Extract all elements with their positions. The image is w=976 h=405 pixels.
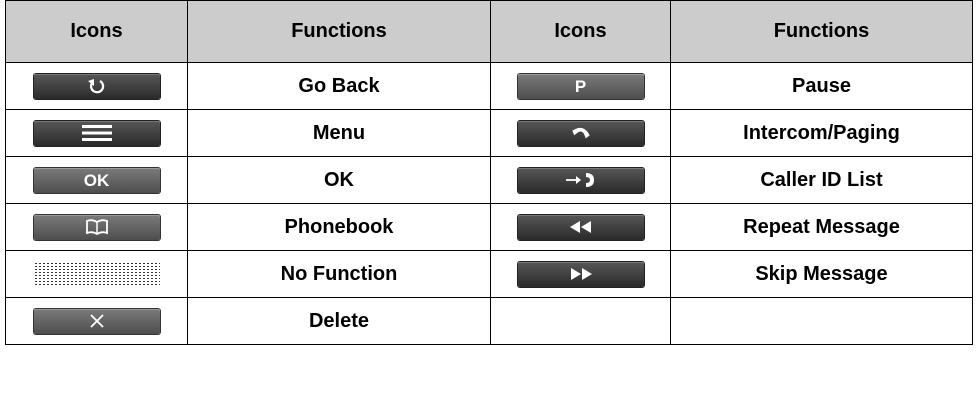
function-label: Intercom/Paging: [670, 109, 973, 157]
menu-icon: [33, 120, 160, 146]
table-header-row: Icons Functions Icons Functions: [5, 0, 973, 63]
table-row: No Function Skip Message: [5, 250, 973, 298]
function-label: Repeat Message: [670, 203, 973, 251]
icon-cell: P: [490, 62, 671, 110]
icons-functions-table: Icons Functions Icons Functions Go Back …: [5, 0, 973, 345]
table-row: Go Back P Pause: [5, 62, 973, 110]
function-label: Pause: [670, 62, 973, 110]
icon-cell: [490, 250, 671, 298]
header-icons-2: Icons: [490, 0, 671, 63]
function-label: OK: [187, 156, 491, 204]
empty-function-cell: [670, 297, 973, 345]
table-row: Menu Intercom/Paging: [5, 109, 973, 157]
icon-cell: [490, 156, 671, 204]
phonebook-icon: [33, 214, 160, 240]
header-icons-1: Icons: [5, 0, 188, 63]
handset-icon: [517, 120, 644, 146]
function-label: No Function: [187, 250, 491, 298]
table-row: OK OK Caller ID List: [5, 156, 973, 204]
icon-cell: [490, 203, 671, 251]
no-function-icon: [33, 261, 160, 287]
table-row: Phonebook Repeat Message: [5, 203, 973, 251]
function-label: Delete: [187, 297, 491, 345]
header-functions-2: Functions: [670, 0, 973, 63]
function-label: Skip Message: [670, 250, 973, 298]
table-row: Delete: [5, 297, 973, 345]
icon-cell: [5, 250, 188, 298]
icon-cell: [5, 62, 188, 110]
caller-id-icon: [517, 167, 644, 193]
icon-cell: [5, 109, 188, 157]
go-back-icon: [33, 73, 160, 99]
icon-cell: [5, 203, 188, 251]
function-label: Menu: [187, 109, 491, 157]
delete-icon: [33, 308, 160, 334]
rewind-icon: [517, 214, 644, 240]
function-label: Caller ID List: [670, 156, 973, 204]
function-label: Phonebook: [187, 203, 491, 251]
empty-icon-cell: [490, 297, 671, 345]
icon-cell: [5, 297, 188, 345]
ok-key-icon: OK: [33, 167, 160, 193]
pause-key-icon: P: [517, 73, 644, 99]
icon-cell: [490, 109, 671, 157]
function-label: Go Back: [187, 62, 491, 110]
icon-cell: OK: [5, 156, 188, 204]
fast-forward-icon: [517, 261, 644, 287]
header-functions-1: Functions: [187, 0, 491, 63]
